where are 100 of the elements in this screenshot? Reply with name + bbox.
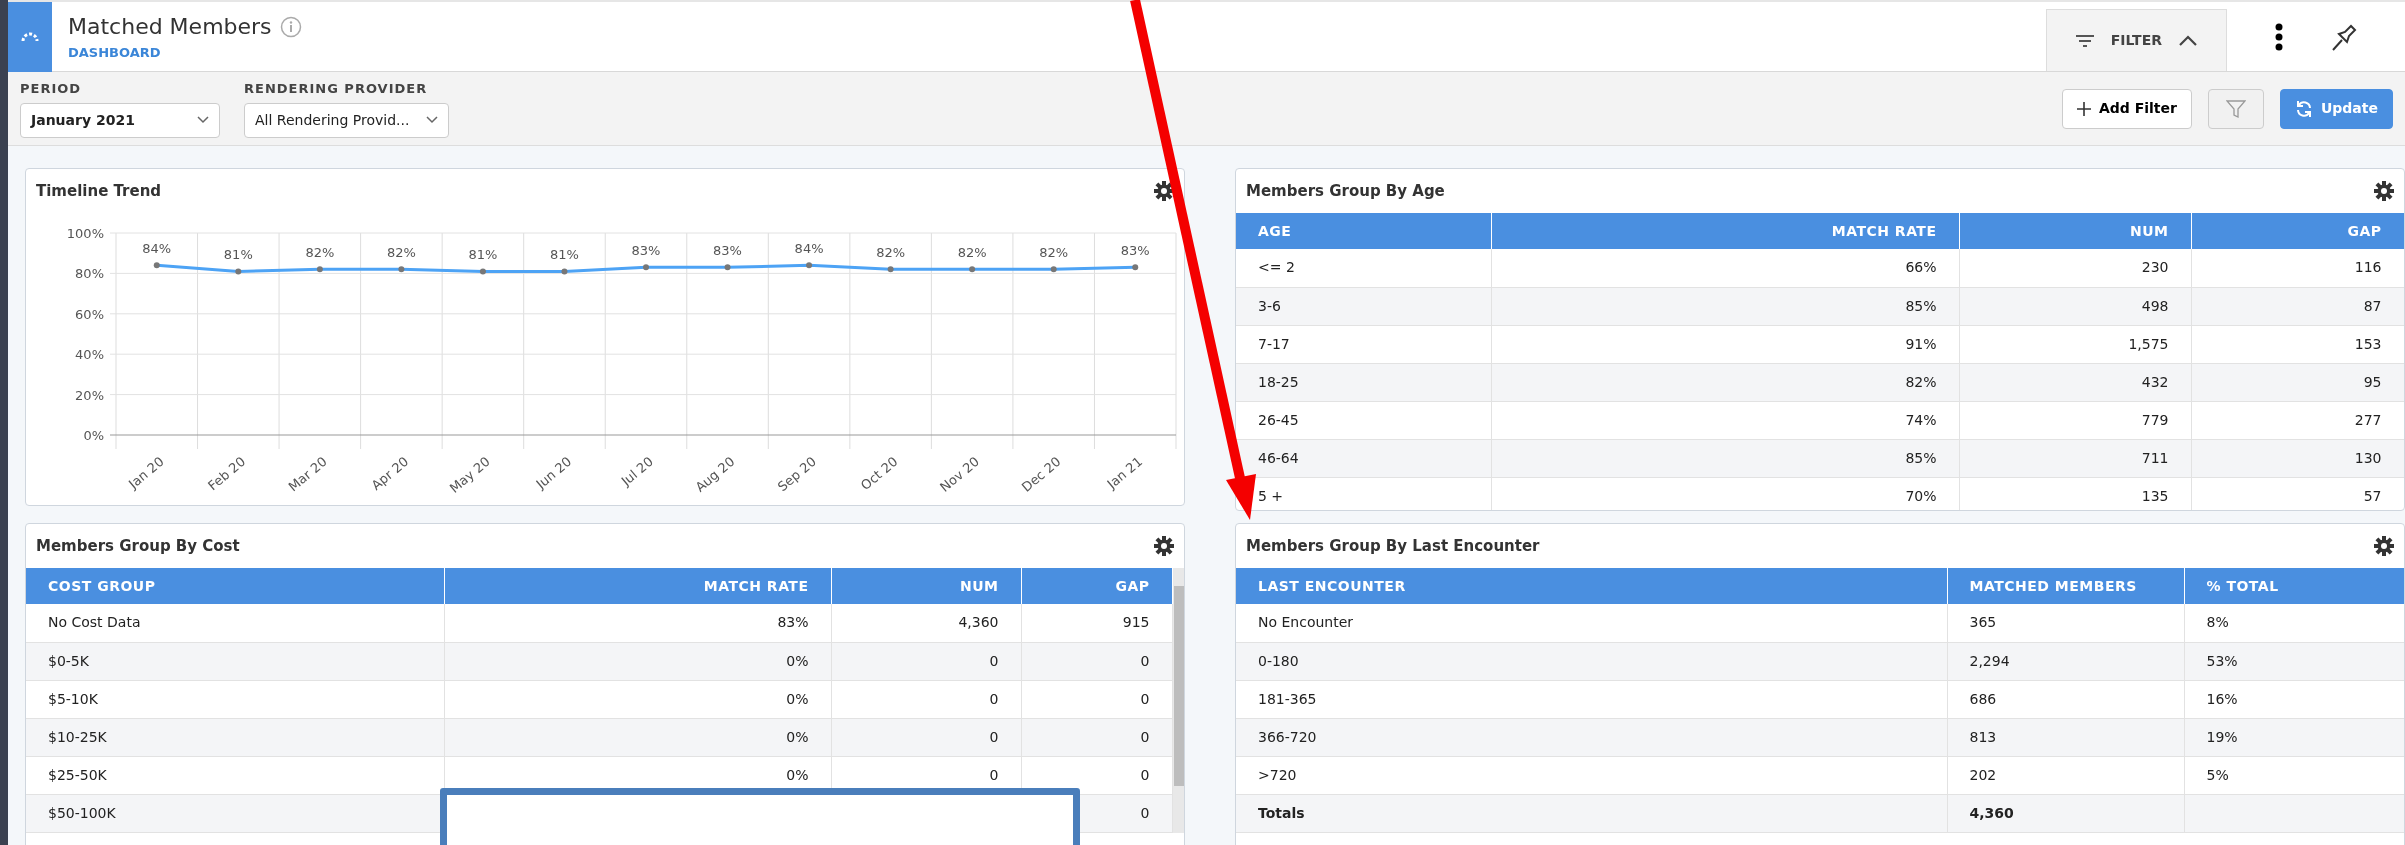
more-icon[interactable] bbox=[2275, 22, 2283, 51]
table-cell: <= 2 bbox=[1236, 249, 1491, 287]
table-cell: 70% bbox=[1491, 477, 1959, 510]
filter-lines-icon bbox=[2074, 33, 2095, 48]
axis-tick-label: 80% bbox=[75, 266, 104, 282]
column-header: NUM bbox=[831, 568, 1021, 604]
table-cell: 0 bbox=[1021, 642, 1172, 680]
data-label: 82% bbox=[386, 245, 416, 261]
panel-title: Timeline Trend bbox=[36, 180, 162, 202]
table-cell: 1,575 bbox=[1959, 325, 2191, 363]
data-label: 83% bbox=[713, 243, 742, 259]
table-cell: 0 bbox=[1021, 718, 1172, 756]
settings-icon[interactable] bbox=[1154, 181, 1174, 201]
axis-tick-label: 60% bbox=[75, 306, 104, 322]
table-cell: 181-365 bbox=[1236, 680, 1947, 718]
table-cell: 116 bbox=[2191, 249, 2404, 287]
table-cell: 46-64 bbox=[1236, 439, 1491, 477]
table-cell: $0-5K bbox=[26, 642, 444, 680]
panel-title: Members Group By Last Encounter bbox=[1246, 535, 1540, 557]
table-cell: 686 bbox=[1947, 680, 2184, 718]
axis-tick-label: Dec 20 bbox=[1018, 453, 1064, 495]
table-cell: 19% bbox=[2184, 718, 2404, 756]
table-cell: 0% bbox=[444, 642, 831, 680]
axis-tick-label: Nov 20 bbox=[937, 453, 983, 495]
data-label: 83% bbox=[1120, 243, 1150, 259]
table-cell: 498 bbox=[1959, 287, 2191, 325]
data-label: 83% bbox=[631, 243, 661, 259]
column-header: GAP bbox=[2191, 213, 2404, 249]
table-cell: 26-45 bbox=[1236, 401, 1491, 439]
data-label: 82% bbox=[305, 245, 335, 261]
data-point bbox=[643, 264, 649, 271]
data-label: 82% bbox=[957, 245, 987, 261]
page-subtitle: DASHBOARD bbox=[68, 44, 162, 63]
table-cell: 2,294 bbox=[1947, 642, 2184, 680]
refresh-icon bbox=[2294, 99, 2313, 118]
table-cell: 130 bbox=[2191, 439, 2404, 477]
axis-tick-label: Jan 21 bbox=[1104, 453, 1146, 492]
panel-title: Members Group By Age bbox=[1246, 180, 1445, 202]
data-label: 82% bbox=[1039, 245, 1069, 261]
select-field[interactable]: January 2021 bbox=[20, 102, 220, 138]
data-label: 84% bbox=[142, 241, 172, 257]
data-point bbox=[398, 266, 405, 273]
table-cell: 85% bbox=[1491, 287, 1959, 325]
column-header: NUM bbox=[1959, 213, 2191, 249]
settings-icon[interactable] bbox=[1154, 536, 1174, 556]
table-cell: Totals bbox=[1236, 794, 1947, 832]
data-point bbox=[235, 268, 242, 275]
filter-label: RENDERING PROVIDER bbox=[244, 80, 429, 99]
data-label: 81% bbox=[468, 247, 498, 263]
table-cell: 0-180 bbox=[1236, 642, 1947, 680]
table-cell: 87 bbox=[2191, 287, 2404, 325]
filter-tab[interactable]: FILTER bbox=[2045, 9, 2227, 71]
table-cell: 202 bbox=[1947, 756, 2184, 794]
chevron-up-icon bbox=[2178, 34, 2198, 47]
table-cell: 0% bbox=[444, 680, 831, 718]
table-cell: 366-720 bbox=[1236, 718, 1947, 756]
table-cell: 0% bbox=[444, 718, 831, 756]
table-cell: 18-25 bbox=[1236, 363, 1491, 401]
axis-tick-label: 0% bbox=[83, 428, 104, 443]
data-point bbox=[806, 262, 813, 269]
data-label: 81% bbox=[550, 247, 579, 263]
axis-tick-label: 20% bbox=[75, 387, 104, 403]
axis-tick-label: Jul 20 bbox=[618, 453, 656, 489]
table-cell: 432 bbox=[1959, 363, 2191, 401]
table-cell: 74% bbox=[1491, 401, 1959, 439]
panel-title: Members Group By Cost bbox=[36, 535, 240, 557]
settings-icon[interactable] bbox=[2374, 181, 2394, 201]
table-cell: 0 bbox=[831, 680, 1021, 718]
table-cell: 277 bbox=[2191, 401, 2404, 439]
settings-icon[interactable] bbox=[2374, 536, 2394, 556]
table-cell: 95 bbox=[2191, 363, 2404, 401]
axis-tick-label: Feb 20 bbox=[205, 453, 249, 494]
table-cell: 82% bbox=[1491, 363, 1959, 401]
axis-tick-label: Aug 20 bbox=[692, 453, 738, 495]
axis-tick-label: Sep 20 bbox=[774, 453, 819, 495]
data-point bbox=[561, 268, 568, 275]
table-cell: 365 bbox=[1947, 604, 2184, 642]
chevron-down-icon bbox=[197, 116, 209, 125]
axis-tick-label: Apr 20 bbox=[368, 453, 412, 494]
data-point bbox=[724, 264, 731, 271]
data-label: 82% bbox=[876, 245, 906, 261]
table-cell: $5-10K bbox=[26, 680, 444, 718]
column-header: GAP bbox=[1021, 568, 1172, 604]
table-cell: 0 bbox=[831, 718, 1021, 756]
data-point bbox=[1132, 264, 1139, 271]
select-field[interactable]: All Rendering Provid... bbox=[244, 102, 449, 138]
table-cell: 66% bbox=[1491, 249, 1959, 287]
axis-tick-label: 100% bbox=[66, 226, 104, 241]
table-cell: 0 bbox=[1021, 680, 1172, 718]
table-cell: 0 bbox=[831, 642, 1021, 680]
table-cell: 813 bbox=[1947, 718, 2184, 756]
table-cell: 91% bbox=[1491, 325, 1959, 363]
axis-tick-label: May 20 bbox=[446, 453, 493, 496]
chevron-down-icon bbox=[426, 116, 438, 125]
table-cell: 4,360 bbox=[1947, 794, 2184, 832]
column-header: % TOTAL bbox=[2184, 568, 2404, 604]
add-filter-button[interactable]: Add Filter bbox=[2061, 88, 2192, 129]
filter-label: PERIOD bbox=[20, 80, 83, 99]
table-cell: >720 bbox=[1236, 756, 1947, 794]
table-cell: No Cost Data bbox=[26, 604, 444, 642]
